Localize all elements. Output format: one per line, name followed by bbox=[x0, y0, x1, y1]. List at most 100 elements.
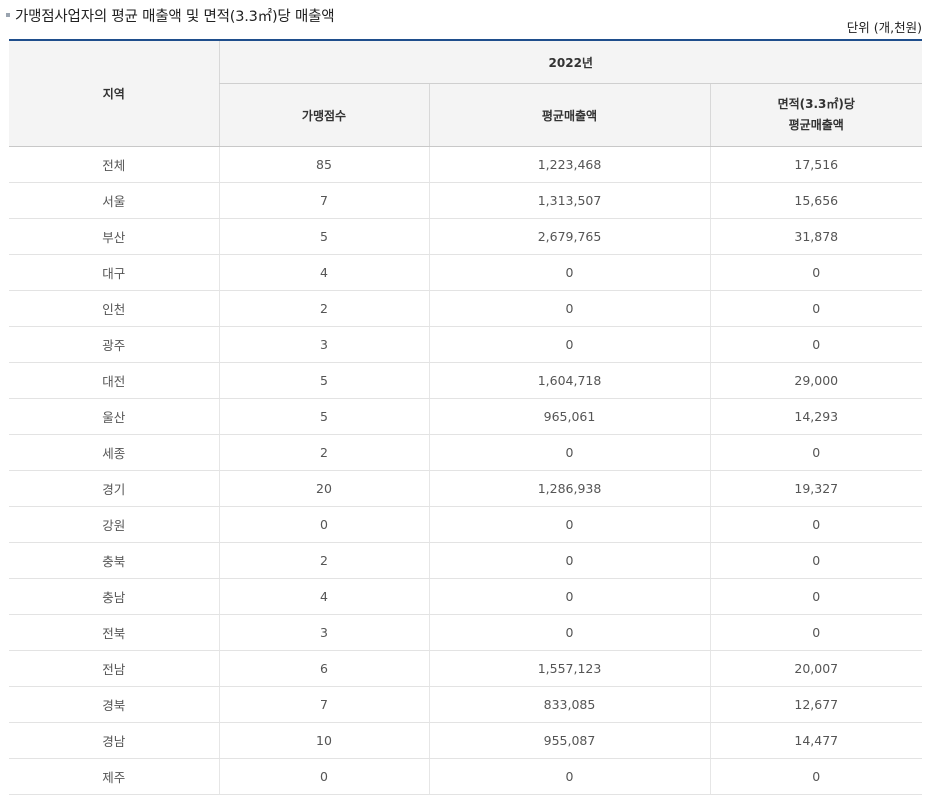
table-row: 인천 2 0 0 bbox=[9, 290, 922, 327]
cell-per-area: 0 bbox=[709, 542, 922, 579]
cell-stores: 5 bbox=[218, 398, 429, 435]
cell-per-area: 19,327 bbox=[709, 470, 922, 507]
cell-per-area: 0 bbox=[709, 578, 922, 615]
cell-stores: 2 bbox=[218, 542, 429, 579]
cell-avg-sales: 955,087 bbox=[428, 722, 710, 759]
header-per-area-line1: 면적(3.3㎡)당 bbox=[777, 97, 855, 111]
table-row: 대구 4 0 0 bbox=[9, 254, 922, 291]
cell-avg-sales: 1,557,123 bbox=[428, 650, 710, 687]
table-row: 강원 0 0 0 bbox=[9, 506, 922, 543]
cell-stores: 5 bbox=[218, 362, 429, 399]
cell-per-area: 20,007 bbox=[709, 650, 922, 687]
table-row: 부산 5 2,679,765 31,878 bbox=[9, 218, 922, 255]
cell-stores: 6 bbox=[218, 650, 429, 687]
cell-avg-sales: 1,286,938 bbox=[428, 470, 710, 507]
cell-region: 광주 bbox=[9, 326, 219, 363]
cell-region: 부산 bbox=[9, 218, 219, 255]
cell-avg-sales: 2,679,765 bbox=[428, 218, 710, 255]
table-row: 서울 7 1,313,507 15,656 bbox=[9, 182, 922, 219]
cell-avg-sales: 0 bbox=[428, 758, 710, 795]
table-row: 전북 3 0 0 bbox=[9, 614, 922, 651]
cell-region: 전북 bbox=[9, 614, 219, 651]
table-title-text: 가맹점사업자의 평균 매출액 및 면적(3.3㎡)당 매출액 bbox=[15, 9, 335, 25]
cell-stores: 3 bbox=[218, 326, 429, 363]
cell-region: 대구 bbox=[9, 254, 219, 291]
cell-per-area: 0 bbox=[709, 254, 922, 291]
cell-region: 인천 bbox=[9, 290, 219, 327]
cell-avg-sales: 0 bbox=[428, 434, 710, 471]
cell-avg-sales: 0 bbox=[428, 290, 710, 327]
cell-per-area: 0 bbox=[709, 506, 922, 543]
table-row: 충북 2 0 0 bbox=[9, 542, 922, 579]
cell-stores: 3 bbox=[218, 614, 429, 651]
cell-avg-sales: 1,223,468 bbox=[428, 146, 710, 183]
cell-per-area: 15,656 bbox=[709, 182, 922, 219]
cell-per-area: 12,677 bbox=[709, 686, 922, 723]
header-per-area-line2: 평균매출액 bbox=[788, 118, 844, 132]
cell-stores: 0 bbox=[218, 506, 429, 543]
cell-region: 대전 bbox=[9, 362, 219, 399]
cell-region: 충남 bbox=[9, 578, 219, 615]
bullet-icon bbox=[6, 13, 10, 17]
sales-table: 지역 2022년 가맹점수 평균매출액 면적(3.3㎡)당 평균매출액 전체 85… bbox=[9, 39, 922, 795]
table-row: 전체 85 1,223,468 17,516 bbox=[9, 146, 922, 183]
cell-region: 강원 bbox=[9, 506, 219, 543]
cell-stores: 7 bbox=[218, 182, 429, 219]
cell-per-area: 0 bbox=[709, 758, 922, 795]
cell-avg-sales: 0 bbox=[428, 578, 710, 615]
table-row: 경남 10 955,087 14,477 bbox=[9, 722, 922, 759]
cell-avg-sales: 0 bbox=[428, 542, 710, 579]
cell-stores: 85 bbox=[218, 146, 429, 183]
cell-stores: 5 bbox=[218, 218, 429, 255]
cell-region: 제주 bbox=[9, 758, 219, 795]
cell-per-area: 0 bbox=[709, 326, 922, 363]
cell-per-area: 0 bbox=[709, 290, 922, 327]
cell-stores: 2 bbox=[218, 434, 429, 471]
cell-stores: 10 bbox=[218, 722, 429, 759]
page-container: 가맹점사업자의 평균 매출액 및 면적(3.3㎡)당 매출액 단위 (개,천원)… bbox=[0, 0, 932, 803]
cell-per-area: 17,516 bbox=[709, 146, 922, 183]
cell-avg-sales: 1,313,507 bbox=[428, 182, 710, 219]
table-row: 세종 2 0 0 bbox=[9, 434, 922, 471]
cell-per-area: 31,878 bbox=[709, 218, 922, 255]
cell-region: 전체 bbox=[9, 146, 219, 183]
cell-per-area: 14,293 bbox=[709, 398, 922, 435]
cell-stores: 4 bbox=[218, 254, 429, 291]
cell-per-area: 29,000 bbox=[709, 362, 922, 399]
header-per-area: 면적(3.3㎡)당 평균매출액 bbox=[709, 83, 922, 147]
cell-avg-sales: 0 bbox=[428, 506, 710, 543]
cell-region: 충북 bbox=[9, 542, 219, 579]
header-avg-sales: 평균매출액 bbox=[428, 83, 710, 147]
header-region: 지역 bbox=[9, 39, 219, 147]
cell-per-area: 0 bbox=[709, 614, 922, 651]
table-body: 전체 85 1,223,468 17,516 서울 7 1,313,507 15,656 부… bbox=[9, 146, 922, 795]
table-header: 지역 2022년 가맹점수 평균매출액 면적(3.3㎡)당 평균매출액 bbox=[9, 39, 922, 147]
cell-per-area: 0 bbox=[709, 434, 922, 471]
cell-stores: 2 bbox=[218, 290, 429, 327]
cell-region: 경북 bbox=[9, 686, 219, 723]
cell-region: 전남 bbox=[9, 650, 219, 687]
cell-stores: 0 bbox=[218, 758, 429, 795]
cell-avg-sales: 0 bbox=[428, 254, 710, 291]
cell-stores: 20 bbox=[218, 470, 429, 507]
table-row: 전남 6 1,557,123 20,007 bbox=[9, 650, 922, 687]
table-row: 경기 20 1,286,938 19,327 bbox=[9, 470, 922, 507]
cell-avg-sales: 833,085 bbox=[428, 686, 710, 723]
cell-avg-sales: 0 bbox=[428, 326, 710, 363]
cell-region: 경남 bbox=[9, 722, 219, 759]
cell-region: 울산 bbox=[9, 398, 219, 435]
table-row: 대전 5 1,604,718 29,000 bbox=[9, 362, 922, 399]
header-year: 2022년 bbox=[218, 39, 922, 84]
cell-avg-sales: 965,061 bbox=[428, 398, 710, 435]
cell-region: 경기 bbox=[9, 470, 219, 507]
header-stores: 가맹점수 bbox=[218, 83, 429, 147]
table-row: 경북 7 833,085 12,677 bbox=[9, 686, 922, 723]
table-row: 광주 3 0 0 bbox=[9, 326, 922, 363]
cell-region: 서울 bbox=[9, 182, 219, 219]
table-row: 충남 4 0 0 bbox=[9, 578, 922, 615]
table-row: 제주 0 0 0 bbox=[9, 758, 922, 795]
cell-avg-sales: 0 bbox=[428, 614, 710, 651]
cell-stores: 7 bbox=[218, 686, 429, 723]
cell-per-area: 14,477 bbox=[709, 722, 922, 759]
unit-label: 단위 (개,천원) bbox=[846, 20, 922, 35]
